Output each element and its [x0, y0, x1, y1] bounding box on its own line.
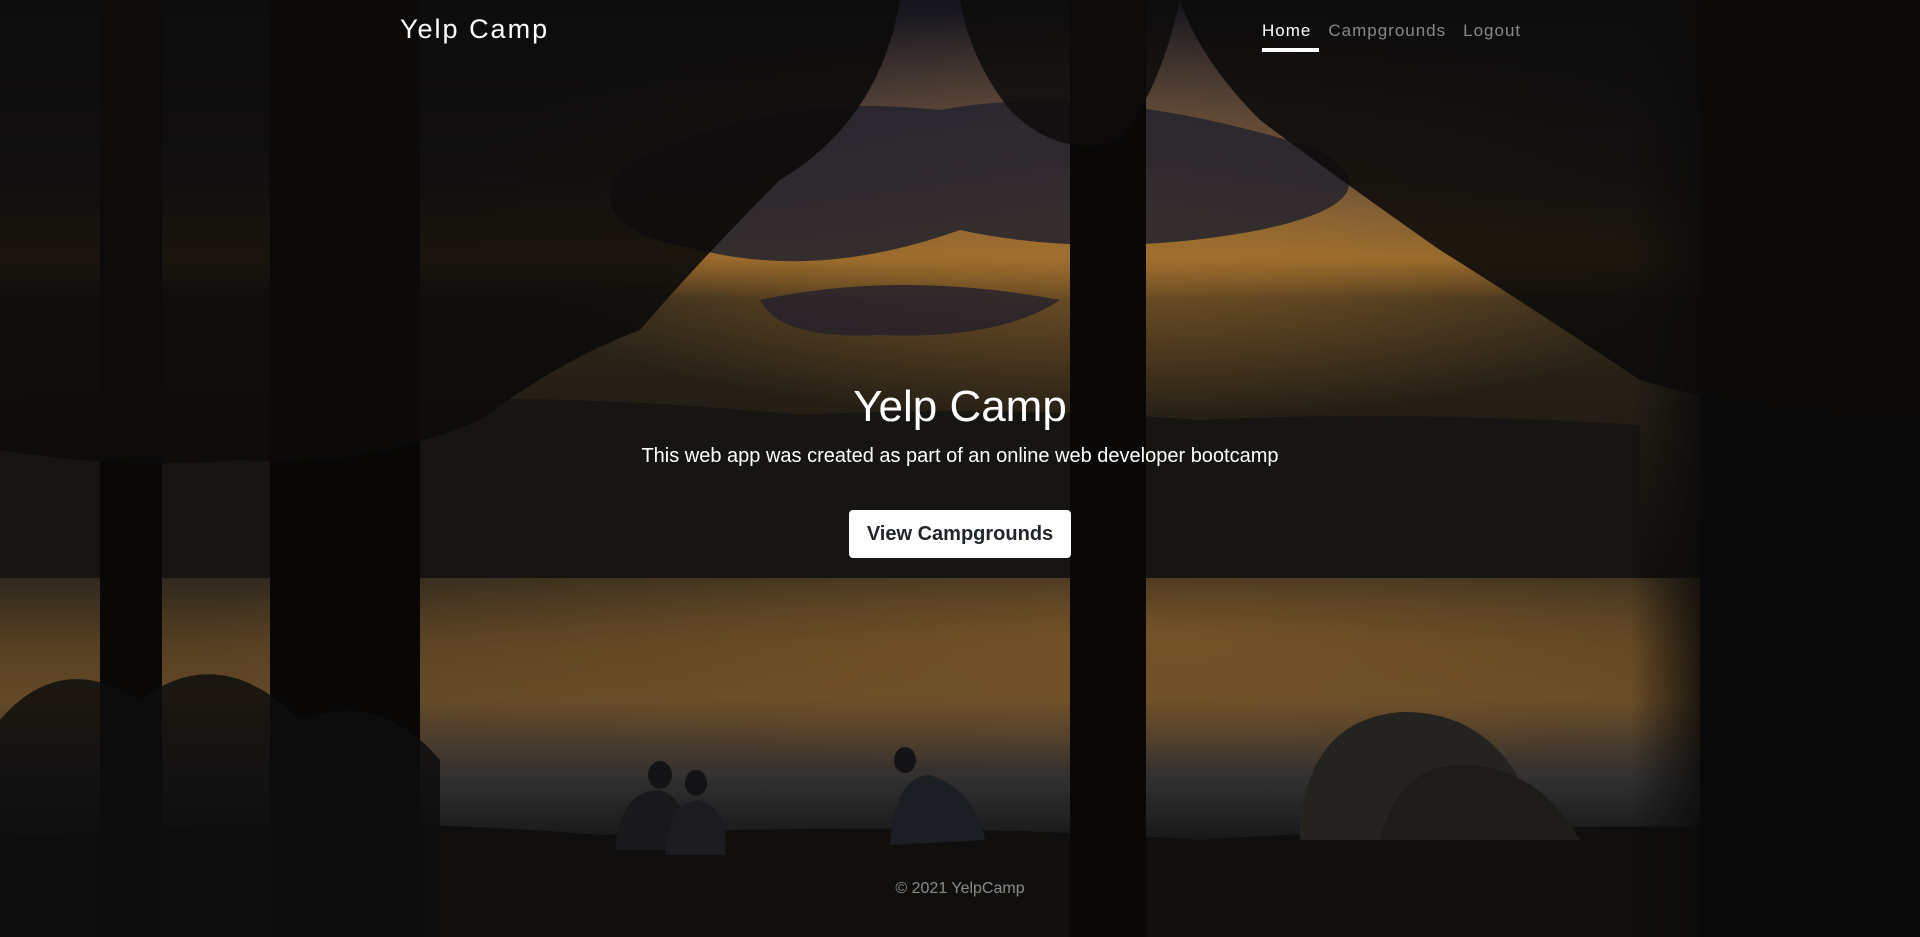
hero-title: Yelp Camp	[853, 382, 1067, 431]
nav-link-campgrounds[interactable]: Campgrounds	[1328, 20, 1454, 50]
landing-page: Yelp Camp Home Campgrounds Logout Yelp C…	[0, 0, 1920, 937]
navbar: Yelp Camp Home Campgrounds Logout	[0, 0, 1920, 64]
nav-link-home[interactable]: Home	[1262, 20, 1320, 52]
brand-logo[interactable]: Yelp Camp	[400, 14, 549, 45]
view-campgrounds-button[interactable]: View Campgrounds	[848, 510, 1072, 558]
nav-links: Home Campgrounds Logout	[1262, 20, 1538, 52]
hero-lead: This web app was created as part of an o…	[641, 445, 1279, 467]
footer-copyright: © 2021 YelpCamp	[895, 880, 1025, 897]
nav-link-logout[interactable]: Logout	[1463, 20, 1529, 50]
hero: Yelp Camp This web app was created as pa…	[0, 380, 1920, 558]
